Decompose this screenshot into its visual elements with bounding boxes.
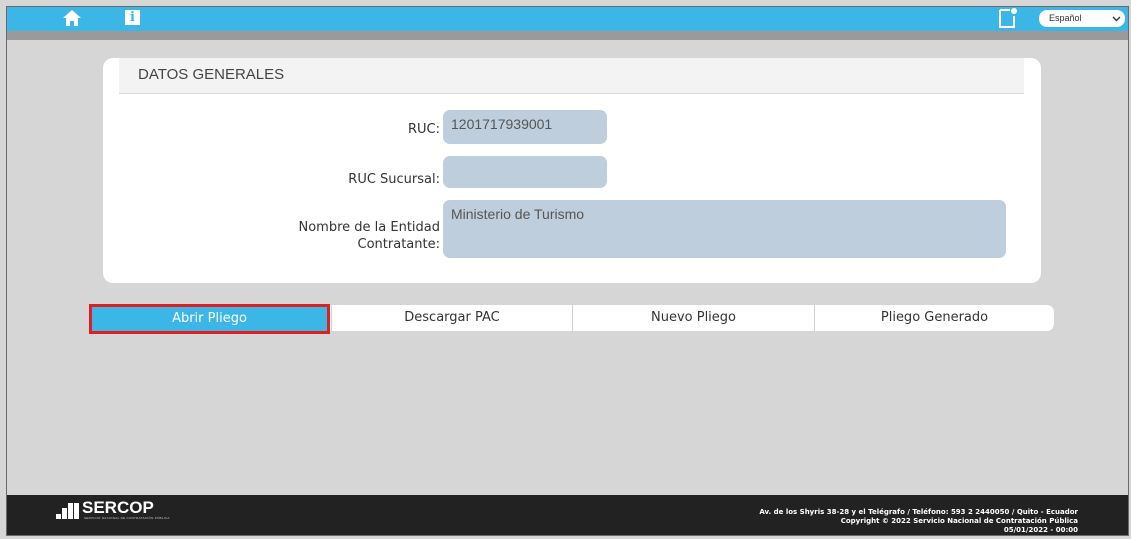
sercop-logo-icon bbox=[56, 503, 79, 519]
info-icon[interactable]: i bbox=[125, 10, 140, 25]
sercop-logo-subtitle: SERVICIO NACIONAL DE CONTRATACIÓN PÚBLIC… bbox=[84, 516, 170, 520]
panel-header: DATOS GENERALES bbox=[119, 58, 1024, 94]
sercop-logo-text: SERCOP bbox=[82, 498, 154, 517]
tab-abrir-pliego-label: Abrir Pliego bbox=[172, 311, 247, 326]
tab-pliego-generado[interactable]: Pliego Generado bbox=[814, 305, 1054, 331]
language-select[interactable]: Español bbox=[1039, 10, 1125, 27]
panel-title: DATOS GENERALES bbox=[138, 66, 285, 83]
ruc-field[interactable]: 1201717939001 bbox=[443, 110, 607, 144]
footer-info: Av. de los Shyris 38-28 y el Telégrafo /… bbox=[759, 508, 1078, 535]
entidad-field[interactable]: Ministerio de Turismo bbox=[443, 200, 1006, 258]
tab-nuevo-pliego[interactable]: Nuevo Pliego bbox=[572, 305, 814, 331]
ruc-sucursal-field[interactable] bbox=[443, 156, 607, 188]
language-select-value: Español bbox=[1049, 13, 1082, 23]
chevron-down-icon bbox=[1112, 16, 1121, 22]
entidad-label-line1: Nombre de la Entidad bbox=[298, 220, 440, 235]
document-icon[interactable] bbox=[998, 7, 1018, 29]
ruc-sucursal-label: RUC Sucursal: bbox=[348, 172, 440, 187]
top-bar-strip bbox=[7, 31, 1128, 40]
top-bar bbox=[7, 7, 1128, 31]
tab-abrir-pliego[interactable]: Abrir Pliego bbox=[89, 304, 330, 334]
ruc-label: RUC: bbox=[407, 122, 440, 137]
home-icon[interactable] bbox=[62, 9, 82, 27]
footer-address: Av. de los Shyris 38-28 y el Telégrafo /… bbox=[759, 508, 1078, 516]
tab-descargar-pac[interactable]: Descargar PAC bbox=[331, 305, 572, 331]
footer-copyright: Copyright © 2022 Servicio Nacional de Co… bbox=[840, 517, 1078, 525]
footer-date: 05/01/2022 - 00:00 bbox=[1003, 526, 1078, 534]
entidad-label-line2: Contratante: bbox=[357, 237, 440, 252]
general-data-panel: DATOS GENERALES RUC: 1201717939001 RUC S… bbox=[103, 58, 1041, 283]
